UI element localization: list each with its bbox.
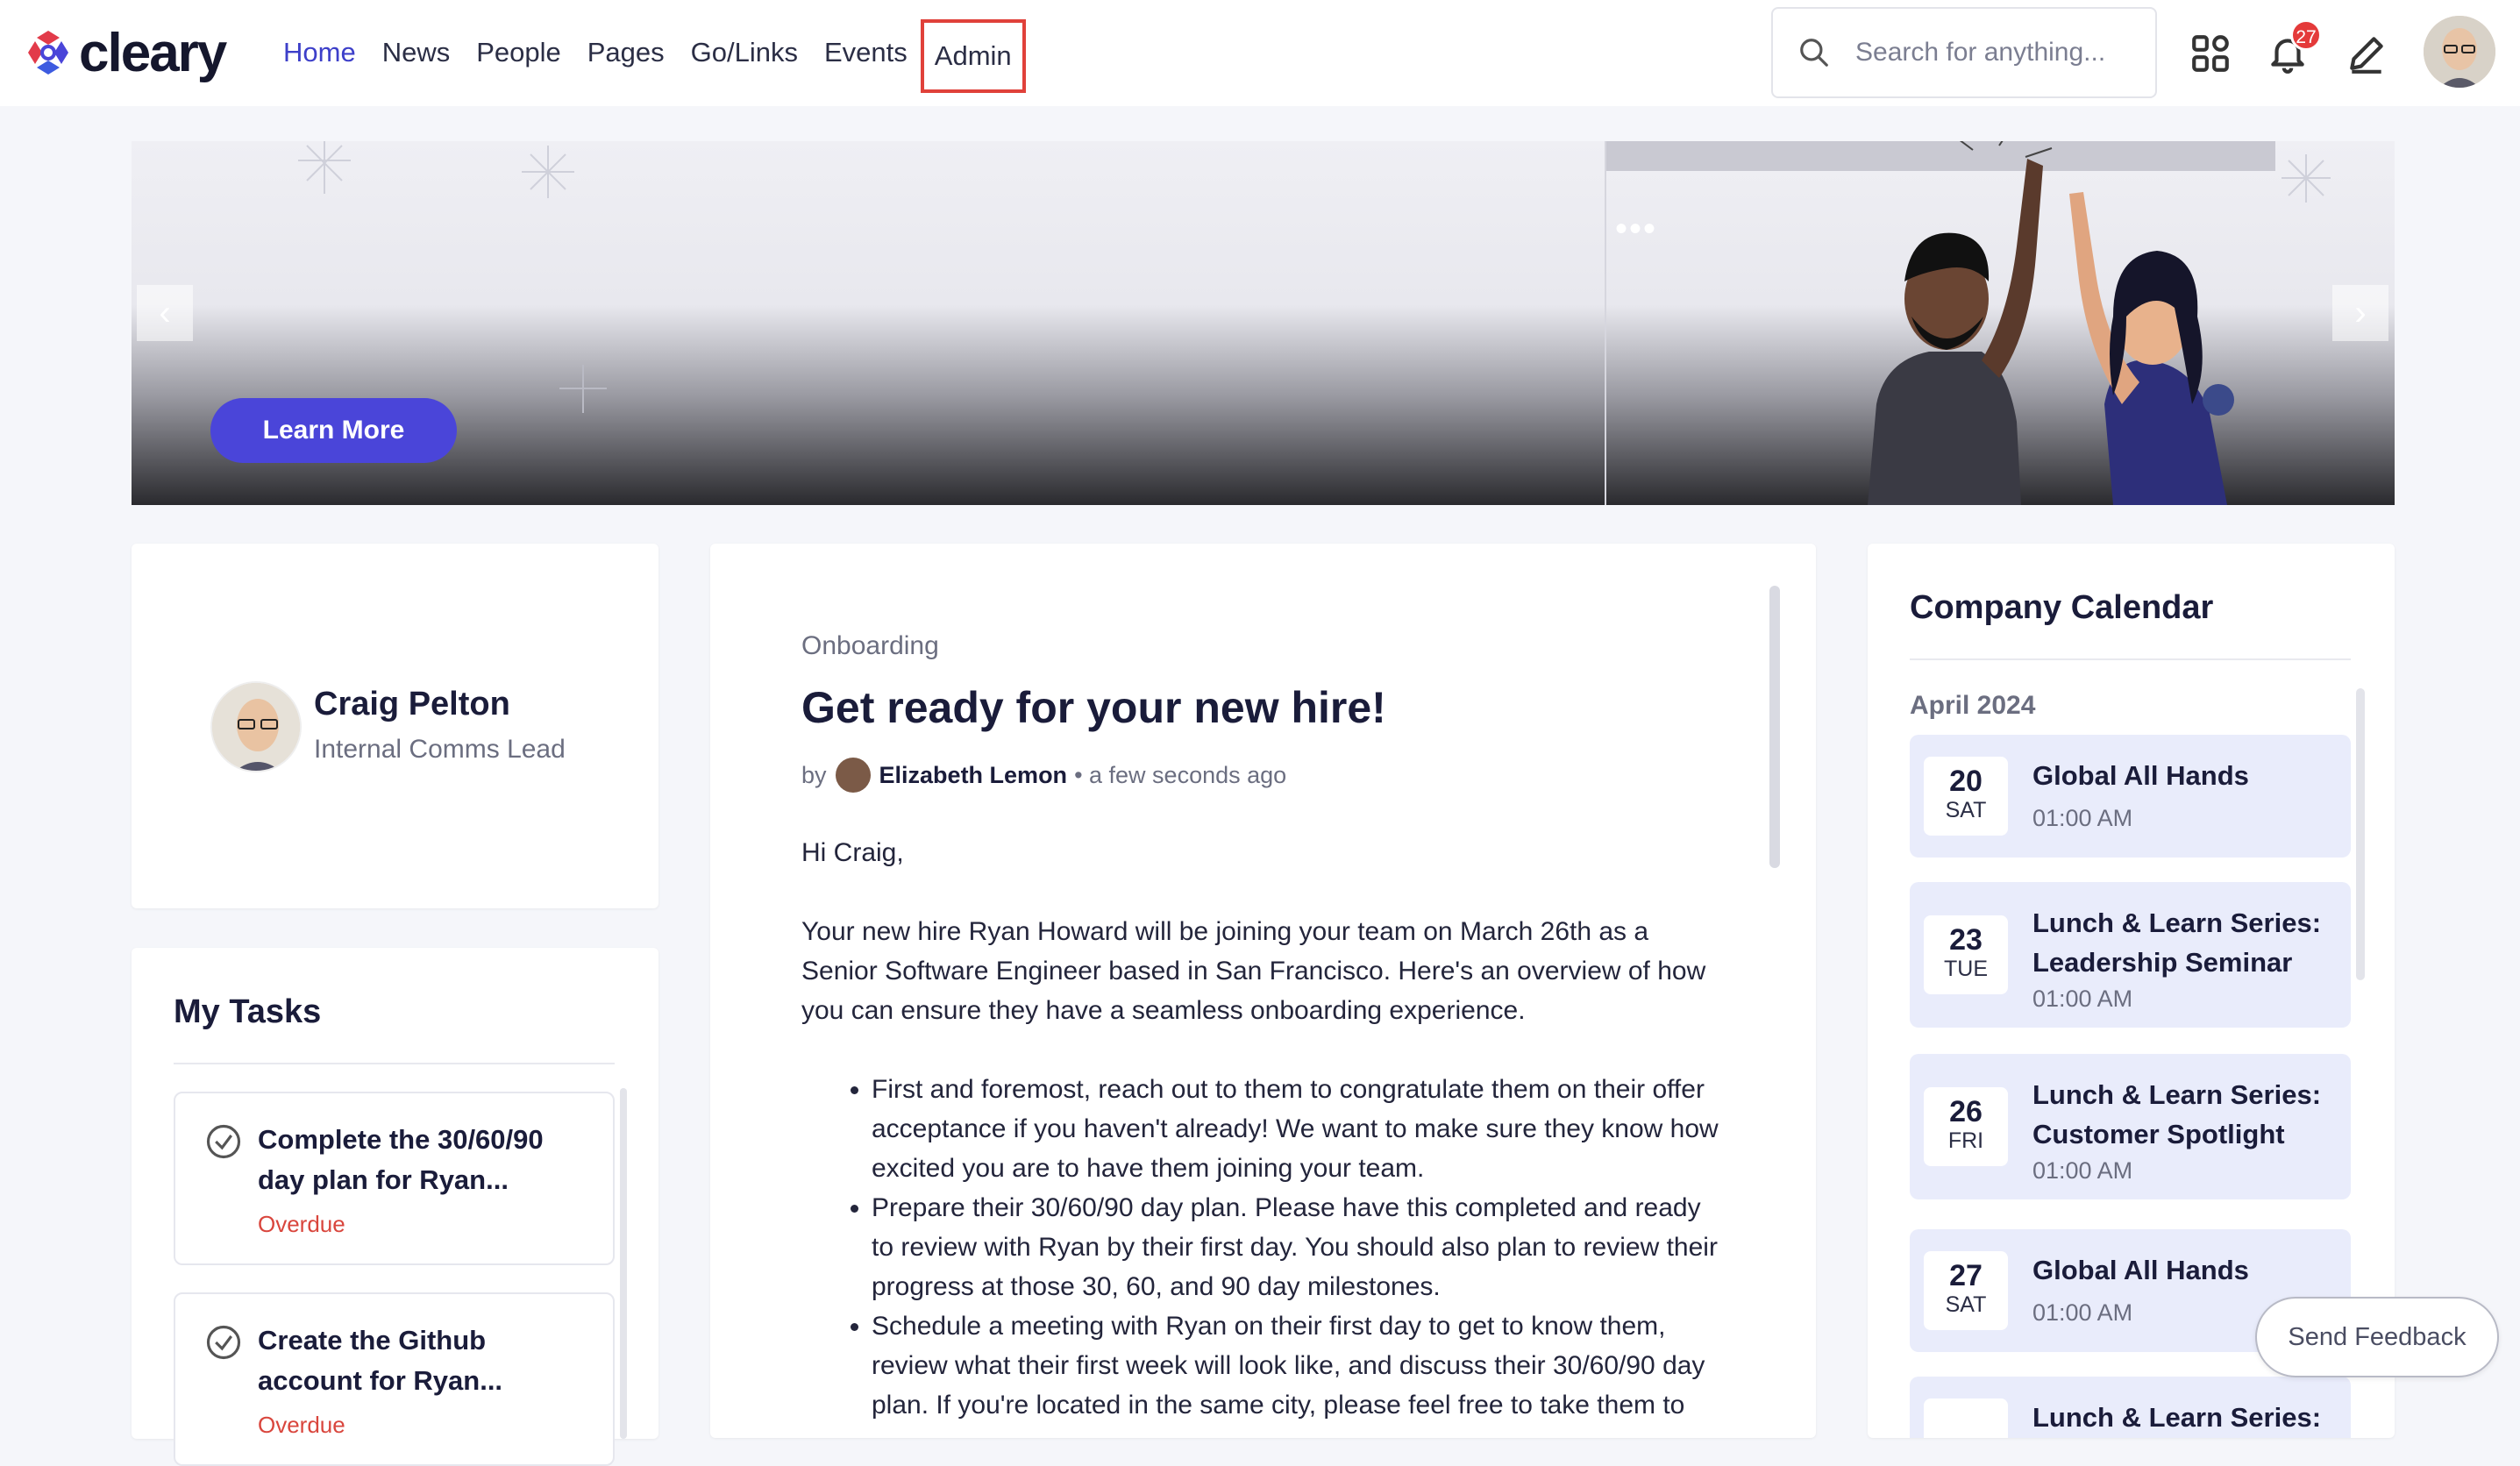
event-time: 01:00 AM: [2032, 1157, 2133, 1184]
chevron-right-icon: ›: [2354, 293, 2367, 332]
search-placeholder: Search for anything...: [1855, 38, 2106, 67]
high-five-illustration: [1868, 141, 2234, 505]
author-avatar[interactable]: [835, 758, 871, 793]
event-time: 01:00 AM: [2032, 986, 2133, 1012]
search-input[interactable]: Search for anything...: [1771, 7, 2157, 98]
event-date: [1924, 1398, 2008, 1438]
chevron-left-icon: ‹: [159, 293, 171, 332]
divider: [174, 1063, 615, 1064]
cleary-logo[interactable]: cleary: [23, 21, 227, 84]
task-title: Create the Github account for Ryan...: [258, 1325, 503, 1396]
event-name: Lunch & Learn Series: Leadership Seminar: [2032, 907, 2322, 978]
cleary-logo-icon: [28, 31, 68, 75]
sparkle-decoration: [2282, 154, 2331, 203]
profile-avatar[interactable]: [210, 681, 302, 772]
article-intro: Your new hire Ryan Howard will be joinin…: [801, 917, 1706, 1025]
event-time: 01:00 AM: [2032, 1299, 2133, 1326]
calendar-title: Company Calendar: [1910, 589, 2214, 626]
article-category[interactable]: Onboarding: [801, 631, 939, 661]
event-date: 26 FRI: [1924, 1087, 2008, 1166]
calendar-event[interactable]: Lunch & Learn Series:: [1910, 1377, 2351, 1438]
task-item[interactable]: Complete the 30/60/90 day plan for Ryan.…: [174, 1092, 615, 1265]
article-meta: by Elizabeth Lemon • a few seconds ago: [801, 758, 1286, 793]
dots-icon: •••: [1615, 210, 1658, 248]
article-greeting: Hi Craig,: [801, 838, 904, 867]
article-scrollbar[interactable]: [1769, 586, 1780, 868]
calendar-month: April 2024: [1910, 691, 2036, 720]
event-date: 23 TUE: [1924, 915, 2008, 994]
task-title: Complete the 30/60/90 day plan for Ryan.…: [258, 1124, 544, 1195]
nav-admin[interactable]: Admin: [920, 19, 1026, 93]
article-body: Hi Craig, Your new hire Ryan Howard will…: [801, 833, 1722, 1425]
profile-card: Craig Pelton Internal Comms Lead: [132, 544, 658, 908]
nav-pages[interactable]: Pages: [574, 32, 678, 93]
author-name[interactable]: Elizabeth Lemon: [879, 762, 1068, 789]
sparkle-decoration: [298, 141, 351, 194]
event-name: Lunch & Learn Series: Customer Spotlight: [2032, 1079, 2322, 1149]
notification-badge: 27: [2290, 19, 2322, 51]
divider: [1910, 658, 2351, 660]
nav-news[interactable]: News: [369, 32, 464, 93]
task-status: Overdue: [258, 1211, 345, 1237]
article-title[interactable]: Get ready for your new hire!: [801, 682, 1386, 733]
apps-grid-icon[interactable]: [2189, 32, 2232, 75]
calendar-event[interactable]: 20 SAT Global All Hands 01:00 AM: [1910, 735, 2351, 858]
search-icon: [1800, 39, 1828, 67]
send-feedback-button[interactable]: Send Feedback: [2255, 1297, 2499, 1377]
nav-home[interactable]: Home: [270, 32, 369, 93]
nav-people[interactable]: People: [463, 32, 574, 93]
task-status: Overdue: [258, 1412, 345, 1438]
my-tasks-title: My Tasks: [174, 993, 322, 1030]
carousel-prev-button[interactable]: ‹: [137, 285, 193, 341]
sparkle-decoration: [559, 365, 607, 413]
article-bullet: First and foremost, reach out to them to…: [872, 1070, 1722, 1188]
check-circle-icon[interactable]: [205, 1123, 242, 1160]
learn-more-button[interactable]: Learn More: [210, 398, 457, 463]
calendar-scrollbar[interactable]: [2356, 688, 2365, 980]
nav-events[interactable]: Events: [811, 32, 921, 93]
hero-banner: ••• ‹ › Learn More: [132, 141, 2395, 505]
pencil-icon[interactable]: [2345, 32, 2388, 75]
sparkle-decoration: [522, 146, 574, 198]
article-time: • a few seconds ago: [1074, 761, 1287, 788]
event-date: 20 SAT: [1924, 757, 2008, 836]
brand-name: cleary: [79, 22, 227, 83]
top-navbar: cleary Home News People Pages Go/Links E…: [0, 0, 2520, 106]
task-item[interactable]: Create the Github account for Ryan... Ov…: [174, 1292, 615, 1466]
event-time: 01:00 AM: [2032, 805, 2133, 831]
event-name: Lunch & Learn Series:: [2032, 1402, 2322, 1433]
article-bullet: Schedule a meeting with Ryan on their fi…: [872, 1306, 1722, 1425]
event-name: Global All Hands: [2032, 1255, 2249, 1285]
event-date: 27 SAT: [1924, 1251, 2008, 1330]
my-tasks-card: My Tasks Complete the 30/60/90 day plan …: [132, 948, 658, 1466]
profile-role: Internal Comms Lead: [314, 735, 566, 764]
user-avatar[interactable]: [2424, 16, 2495, 88]
tasks-scrollbar[interactable]: [620, 1088, 627, 1439]
carousel-next-button[interactable]: ›: [2332, 285, 2388, 341]
event-name: Global All Hands: [2032, 760, 2249, 791]
article-bullets: First and foremost, reach out to them to…: [872, 1070, 1722, 1425]
nav-golinks[interactable]: Go/Links: [678, 32, 811, 93]
calendar-event[interactable]: 26 FRI Lunch & Learn Series: Customer Sp…: [1910, 1054, 2351, 1199]
main-nav: Home News People Pages Go/Links Events A…: [270, 19, 1026, 93]
calendar-event[interactable]: 23 TUE Lunch & Learn Series: Leadership …: [1910, 882, 2351, 1028]
check-circle-icon[interactable]: [205, 1324, 242, 1361]
article-bullet: Prepare their 30/60/90 day plan. Please …: [872, 1188, 1722, 1306]
article-card: Onboarding Get ready for your new hire! …: [710, 544, 1816, 1438]
by-label: by: [801, 761, 827, 788]
profile-name[interactable]: Craig Pelton: [314, 686, 510, 723]
